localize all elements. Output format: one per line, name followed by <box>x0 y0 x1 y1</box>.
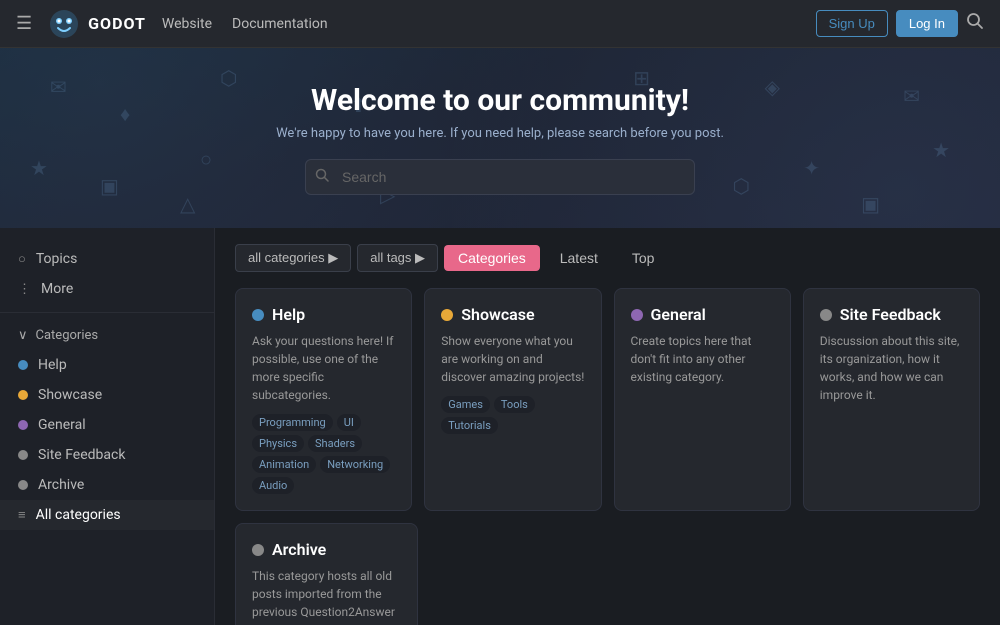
sidebar-general-label: General <box>38 417 86 433</box>
sidebar-item-showcase[interactable]: Showcase <box>0 380 214 410</box>
sidebar-archive-label: Archive <box>38 477 84 493</box>
card-archive[interactable]: Archive This category hosts all old post… <box>235 523 418 625</box>
sidebar-categories-label: Categories <box>36 328 99 343</box>
tab-latest[interactable]: Latest <box>546 245 612 271</box>
card-archive-dot <box>252 544 264 556</box>
categories-chevron-icon: ∨ <box>18 328 28 343</box>
card-general-dot <box>631 309 643 321</box>
sidebar-item-site-feedback[interactable]: Site Feedback <box>0 440 214 470</box>
tag-audio[interactable]: Audio <box>252 477 294 494</box>
card-help[interactable]: Help Ask your questions here! If possibl… <box>235 288 412 511</box>
card-site-feedback-dot <box>820 309 832 321</box>
sidebar-showcase-label: Showcase <box>38 387 102 403</box>
card-help-dot <box>252 309 264 321</box>
general-dot <box>18 420 28 430</box>
tab-bar: all categories ▶ all tags ▶ Categories L… <box>235 244 980 272</box>
showcase-dot <box>18 390 28 400</box>
website-link[interactable]: Website <box>162 16 212 32</box>
all-categories-icon: ≡ <box>18 507 26 523</box>
tag-games[interactable]: Games <box>441 396 490 413</box>
signup-button[interactable]: Sign Up <box>816 10 888 37</box>
topics-icon: ○ <box>18 251 26 267</box>
filter-tags-button[interactable]: all tags ▶ <box>357 244 438 272</box>
card-showcase[interactable]: Showcase Show everyone what you are work… <box>424 288 601 511</box>
sidebar-help-label: Help <box>38 357 67 373</box>
login-button[interactable]: Log In <box>896 10 958 37</box>
search-icon[interactable] <box>966 12 984 35</box>
card-showcase-header: Showcase <box>441 305 584 324</box>
sidebar-more-label: More <box>41 281 73 297</box>
sidebar-topics-label: Topics <box>36 251 77 267</box>
sidebar-item-all-categories[interactable]: ≡ All categories <box>0 500 214 530</box>
sidebar-all-categories-label: All categories <box>36 507 121 523</box>
tag-programming[interactable]: Programming <box>252 414 333 431</box>
sidebar-item-topics[interactable]: ○ Topics <box>0 244 214 274</box>
sidebar-item-archive[interactable]: Archive <box>0 470 214 500</box>
card-site-feedback[interactable]: Site Feedback Discussion about this site… <box>803 288 980 511</box>
sidebar-item-help[interactable]: Help <box>0 350 214 380</box>
hamburger-icon[interactable]: ☰ <box>16 13 32 34</box>
tag-physics[interactable]: Physics <box>252 435 304 452</box>
card-showcase-dot <box>441 309 453 321</box>
hero-search-container <box>305 159 695 195</box>
archive-dot <box>18 480 28 490</box>
sidebar-categories-header[interactable]: ∨ Categories <box>0 321 214 350</box>
cards-row2-spacer <box>430 523 980 625</box>
tab-top[interactable]: Top <box>618 245 669 271</box>
card-showcase-tags: Games Tools Tutorials <box>441 396 584 434</box>
docs-link[interactable]: Documentation <box>232 16 328 32</box>
navbar-right: Sign Up Log In <box>816 10 984 37</box>
card-help-header: Help <box>252 305 395 324</box>
content-area: ○ Topics ⋮ More ∨ Categories Help Showca… <box>0 228 1000 625</box>
card-archive-description: This category hosts all old posts import… <box>252 567 401 625</box>
hero-section: ✉ ★ ♦ ▣ ⬡ ○ △ ⬆ ▷ ◈ ✦ ▣ ✉ ★ ⬡ ⊞ Welcome … <box>0 48 1000 228</box>
help-dot <box>18 360 28 370</box>
card-site-feedback-description: Discussion about this site, its organiza… <box>820 332 963 404</box>
card-help-description: Ask your questions here! If possible, us… <box>252 332 395 404</box>
sidebar: ○ Topics ⋮ More ∨ Categories Help Showca… <box>0 228 215 625</box>
card-archive-header: Archive <box>252 540 401 559</box>
card-general[interactable]: General Create topics here that don't fi… <box>614 288 791 511</box>
hero-title: Welcome to our community! <box>311 83 689 118</box>
card-general-header: General <box>631 305 774 324</box>
card-site-feedback-header: Site Feedback <box>820 305 963 324</box>
tag-tools[interactable]: Tools <box>494 396 535 413</box>
tag-animation[interactable]: Animation <box>252 456 316 473</box>
filter-categories-button[interactable]: all categories ▶ <box>235 244 351 272</box>
godot-logo-icon <box>48 8 80 40</box>
site-feedback-dot <box>18 450 28 460</box>
card-help-tags: Programming UI Physics Shaders Animation… <box>252 414 395 494</box>
card-showcase-title: Showcase <box>461 305 534 324</box>
logo-text: GODOT <box>88 14 146 33</box>
sidebar-item-general[interactable]: General <box>0 410 214 440</box>
tag-ui[interactable]: UI <box>337 414 361 431</box>
sidebar-site-feedback-label: Site Feedback <box>38 447 125 463</box>
tag-shaders[interactable]: Shaders <box>308 435 362 452</box>
card-site-feedback-title: Site Feedback <box>840 305 941 324</box>
sidebar-divider <box>0 312 214 313</box>
cards-grid-row2: Archive This category hosts all old post… <box>235 523 980 625</box>
navbar: ☰ GODOT Website Documentation Sign Up Lo… <box>0 0 1000 48</box>
logo[interactable]: GODOT <box>48 8 146 40</box>
more-icon: ⋮ <box>18 282 31 297</box>
nav-links: Website Documentation <box>162 16 328 32</box>
card-showcase-description: Show everyone what you are working on an… <box>441 332 584 386</box>
tag-networking[interactable]: Networking <box>320 456 390 473</box>
hero-subtitle: We're happy to have you here. If you nee… <box>276 126 724 141</box>
card-general-description: Create topics here that don't fit into a… <box>631 332 774 386</box>
card-archive-title: Archive <box>272 540 326 559</box>
main-content: all categories ▶ all tags ▶ Categories L… <box>215 228 1000 625</box>
cards-grid-row1: Help Ask your questions here! If possibl… <box>235 288 980 511</box>
search-input[interactable] <box>305 159 695 195</box>
sidebar-item-more[interactable]: ⋮ More <box>0 274 214 304</box>
tab-categories[interactable]: Categories <box>444 245 540 271</box>
tag-tutorials[interactable]: Tutorials <box>441 417 498 434</box>
card-general-title: General <box>651 305 706 324</box>
search-input-icon <box>315 168 329 186</box>
card-help-title: Help <box>272 305 305 324</box>
